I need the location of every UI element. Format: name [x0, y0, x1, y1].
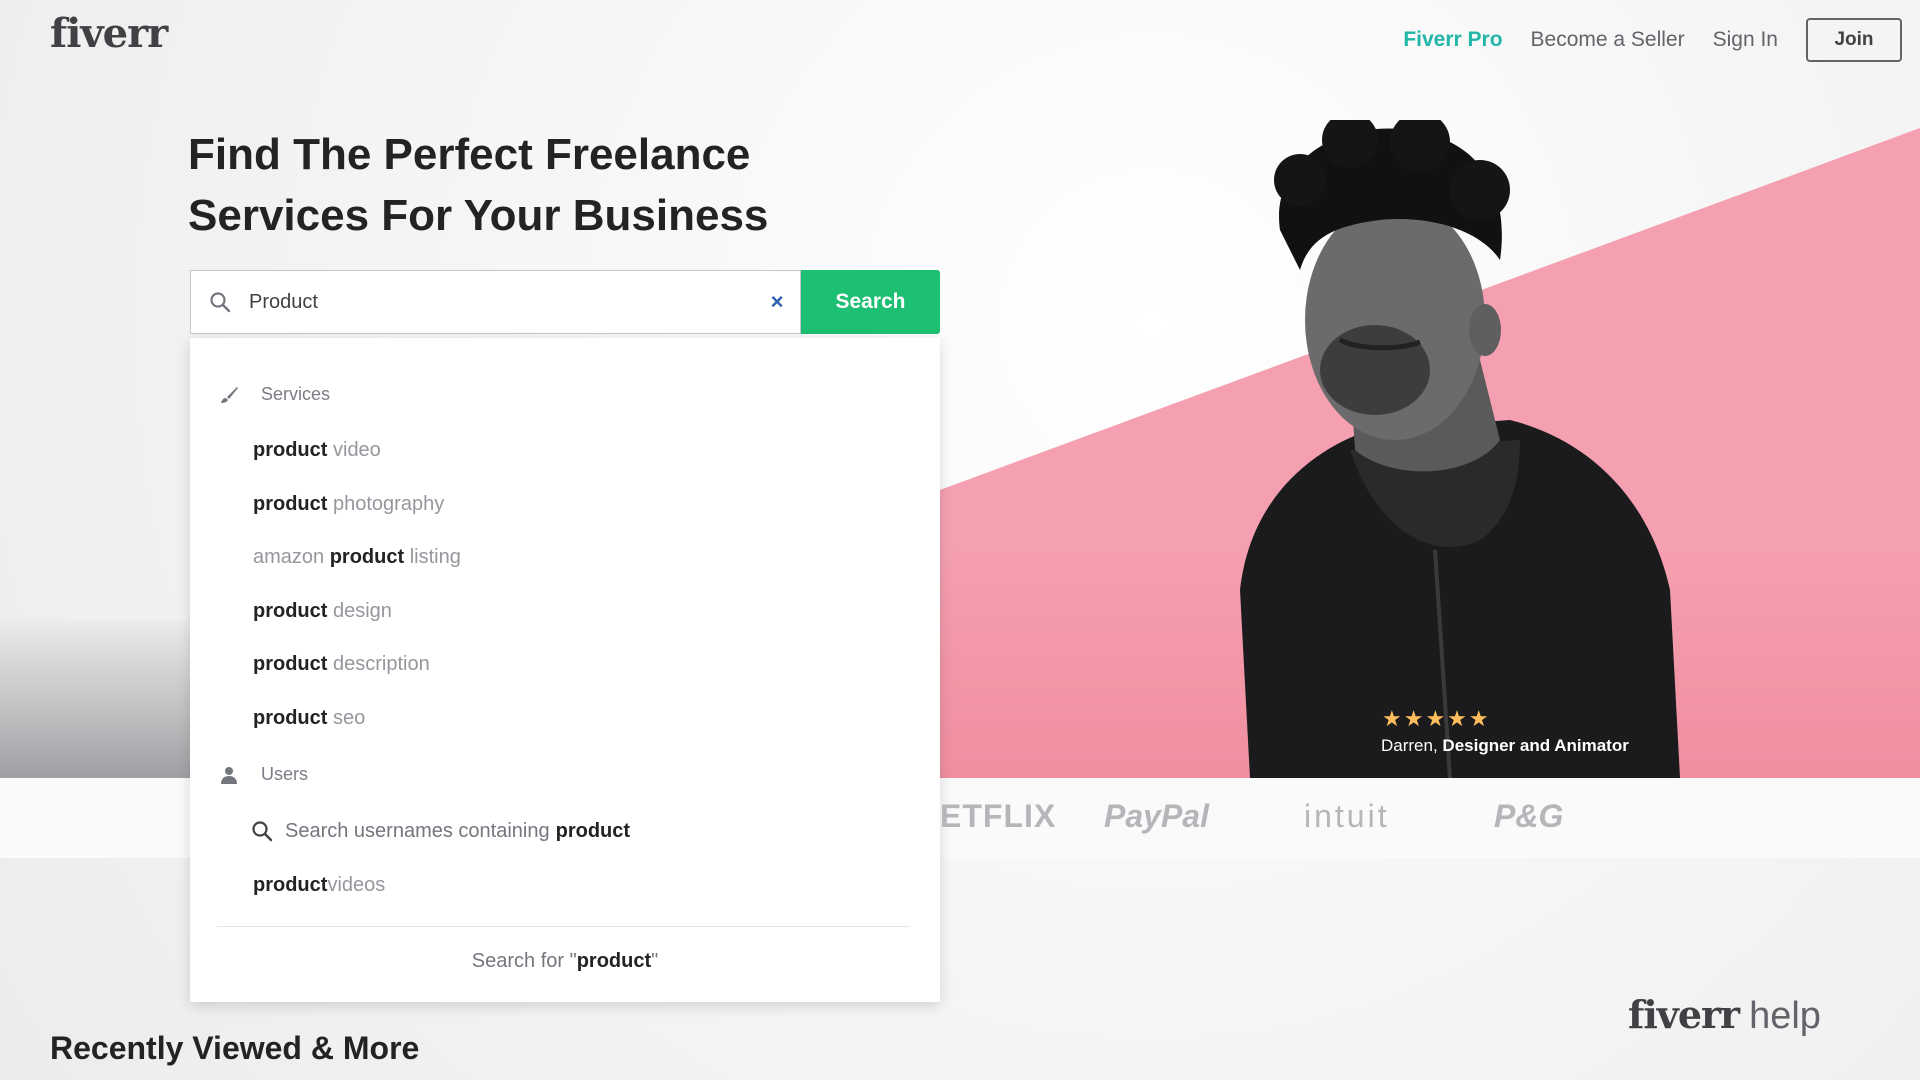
- intuit-logo: intuit: [1304, 798, 1390, 834]
- user-icon: [217, 765, 241, 785]
- search-usernames-text: Search usernames containing: [285, 819, 550, 842]
- search-box: ×: [190, 270, 801, 334]
- fiverr-help-widget[interactable]: fiverr help: [1628, 992, 1821, 1038]
- recently-viewed-heading: Recently Viewed & More: [50, 1030, 420, 1066]
- dropdown-divider: [217, 926, 909, 927]
- hero-title-line-1: Find The Perfect Freelance: [188, 130, 751, 179]
- search-usernames-option[interactable]: Search usernames containing product: [251, 819, 630, 843]
- paypal-logo: PayPal: [1104, 798, 1209, 834]
- search-suggestions-dropdown: Services product video product photograp…: [190, 338, 940, 1002]
- brush-icon: [217, 385, 241, 405]
- rating-stars: ★★★★★: [1382, 706, 1491, 731]
- hero-person-image: [1240, 120, 1680, 778]
- netflix-logo: ETFLIX: [940, 798, 1057, 834]
- suggestion-item[interactable]: product description: [253, 653, 430, 676]
- services-section-header: Services: [217, 384, 330, 405]
- pg-logo: P&G: [1494, 798, 1564, 834]
- nav-fiverr-pro[interactable]: Fiverr Pro: [1403, 28, 1502, 52]
- hero-left-fade: [0, 620, 200, 778]
- hero-title-line-2: Services For Your Business: [188, 191, 769, 240]
- nav-become-seller[interactable]: Become a Seller: [1531, 28, 1685, 52]
- hero-person-caption: Darren, Designer and Animator: [1381, 736, 1629, 755]
- search-for-all-option[interactable]: Search for "product": [190, 950, 940, 973]
- help-label: help: [1749, 995, 1821, 1037]
- suggestion-item[interactable]: product seo: [253, 707, 365, 730]
- search-usernames-term: product: [555, 819, 631, 842]
- suggestion-item[interactable]: product design: [253, 600, 392, 623]
- help-brand: fiverr: [1628, 992, 1740, 1037]
- join-button[interactable]: Join: [1806, 18, 1902, 62]
- search-icon: [191, 270, 249, 334]
- hero-title: Find The Perfect Freelance Services For …: [188, 124, 888, 246]
- search-input[interactable]: [249, 272, 754, 332]
- nav-sign-in[interactable]: Sign In: [1713, 28, 1778, 52]
- top-nav: Fiverr Pro Become a Seller Sign In Join: [1403, 18, 1902, 62]
- users-section-header: Users: [217, 764, 308, 785]
- fiverr-logo[interactable]: fiverr: [50, 10, 168, 57]
- user-result-item[interactable]: productvideos: [253, 874, 385, 897]
- search-icon: [251, 819, 275, 843]
- page: fiverr Fiverr Pro Become a Seller Sign I…: [0, 0, 1920, 1080]
- search-button[interactable]: Search: [801, 270, 940, 334]
- users-heading: Users: [261, 764, 309, 784]
- suggestion-item[interactable]: product video: [253, 439, 381, 462]
- suggestion-item[interactable]: amazon product listing: [253, 546, 461, 569]
- suggestion-item[interactable]: product photography: [253, 493, 444, 516]
- services-heading: Services: [261, 384, 331, 404]
- clear-search-icon[interactable]: ×: [754, 271, 800, 333]
